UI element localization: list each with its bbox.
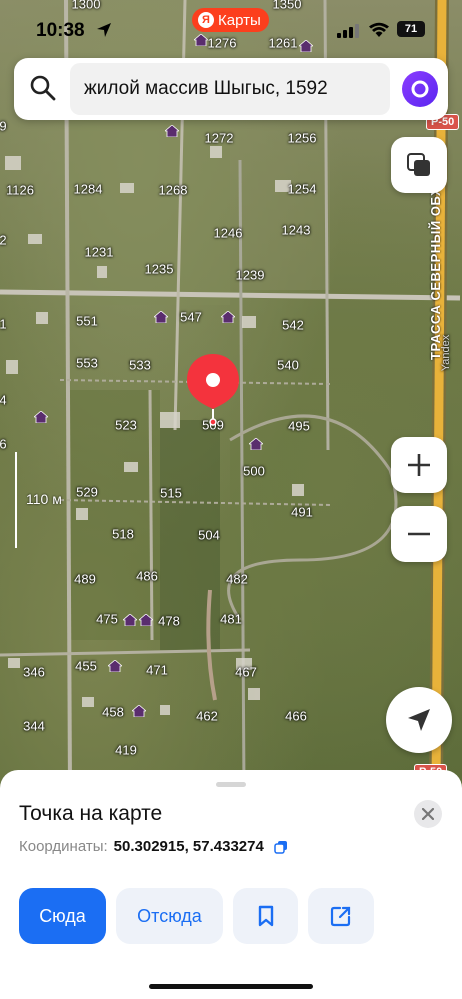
lot-number: 2 [0,232,7,248]
lot-number: 1284 [73,181,103,197]
lot-number: 9 [0,118,7,134]
zoom-out-button[interactable] [391,506,447,562]
house-icon [165,125,179,137]
house-icon [123,614,137,626]
house-icon [154,311,168,323]
lot-number: 344 [23,718,45,734]
lot-number: 482 [226,571,248,587]
lot-number: 489 [74,571,96,587]
lot-number: 1239 [235,267,265,283]
lot-number: 458 [102,704,124,720]
battery-indicator: 71 [397,21,425,37]
home-indicator [149,984,313,989]
location-arrow-icon [97,23,111,37]
lot-number: 523 [115,417,137,433]
lot-number: 1231 [84,244,114,260]
status-time: 10:38 [36,20,85,41]
coordinates-row: Координаты: 50.302915, 57.433274 [19,838,288,855]
house-icon [221,311,235,323]
share-button[interactable] [308,888,374,944]
lot-number: 471 [146,662,168,678]
lot-number: 1 [0,316,7,332]
house-icon [249,438,263,450]
search-icon[interactable] [30,75,56,101]
map-watermark: Yandex [440,334,452,372]
lot-number: 491 [291,504,313,520]
lot-number: 518 [112,526,134,542]
bookmark-icon [258,905,273,927]
coordinates-label: Координаты: [19,838,108,855]
zoom-in-button[interactable] [391,437,447,493]
search-input[interactable]: жилой массив Шыгыс, 1592 [70,63,390,115]
house-icon [132,705,146,717]
house-icon [34,411,48,423]
lot-number: 478 [158,613,180,629]
lot-number: 346 [23,664,45,680]
lot-number: 500 [243,463,265,479]
lot-number: 542 [282,317,304,333]
lot-number: 481 [220,611,242,627]
house-icon [139,614,153,626]
lot-number: 533 [129,357,151,373]
lot-number: 504 [198,527,220,543]
scale-bar [15,452,17,548]
route-here-button[interactable]: Сюда [19,888,106,944]
lot-number: 1246 [213,225,243,241]
app-badge: Я Карты [192,8,269,32]
lot-number: 6 [0,436,7,452]
lot-number: 4 [0,392,7,408]
coordinates-value[interactable]: 50.302915, 57.433274 [114,838,264,855]
lot-number: 475 [96,611,118,627]
share-icon [330,906,351,927]
close-button[interactable] [414,800,442,828]
lot-number: 1268 [158,182,188,198]
cellular-signal-icon [337,24,359,38]
lot-number: 515 [160,485,182,501]
bookmark-button[interactable] [233,888,298,944]
scale-label: 110 м [26,491,62,507]
plus-icon [408,454,430,476]
lot-number: 462 [196,708,218,724]
sheet-grabber[interactable] [216,782,246,787]
lot-number: 419 [115,742,137,758]
my-location-button[interactable] [386,687,452,753]
lot-number: 466 [285,708,307,724]
lot-number: 1235 [144,261,174,277]
lot-number: 1256 [287,130,317,146]
lot-number: 529 [76,484,98,500]
layers-icon [407,153,430,176]
yandex-logo-icon: Я [198,12,214,28]
lot-number: 551 [76,313,98,329]
close-icon [422,808,434,820]
house-icon [108,660,122,672]
lot-number: 1126 [6,182,34,198]
search-bar[interactable]: жилой массив Шыгыс, 1592 [14,58,448,120]
route-from-button[interactable]: Отсюда [116,888,223,944]
layers-button[interactable] [391,137,447,193]
lot-number: 455 [75,658,97,674]
lot-number: 553 [76,355,98,371]
navigation-arrow-icon [408,709,430,731]
status-bar: 10:38 Я Карты 71 [0,0,462,56]
lot-number: 1272 [204,130,234,146]
location-pin-icon[interactable] [185,352,241,428]
lot-number: 486 [136,568,158,584]
lot-number: 547 [180,309,202,325]
lot-number: 495 [288,418,310,434]
copy-icon[interactable] [274,840,288,854]
lot-number: 1243 [281,222,311,238]
lot-number: 540 [277,357,299,373]
lot-number: 1254 [287,181,317,197]
wifi-icon [369,22,389,37]
app-badge-label: Карты [218,11,261,29]
sheet-title: Точка на карте [19,802,163,825]
minus-icon [408,532,430,536]
lot-number: 467 [235,664,257,680]
place-card-sheet[interactable]: Точка на карте Координаты: 50.302915, 57… [0,770,462,999]
alice-assistant-icon[interactable] [402,71,438,107]
